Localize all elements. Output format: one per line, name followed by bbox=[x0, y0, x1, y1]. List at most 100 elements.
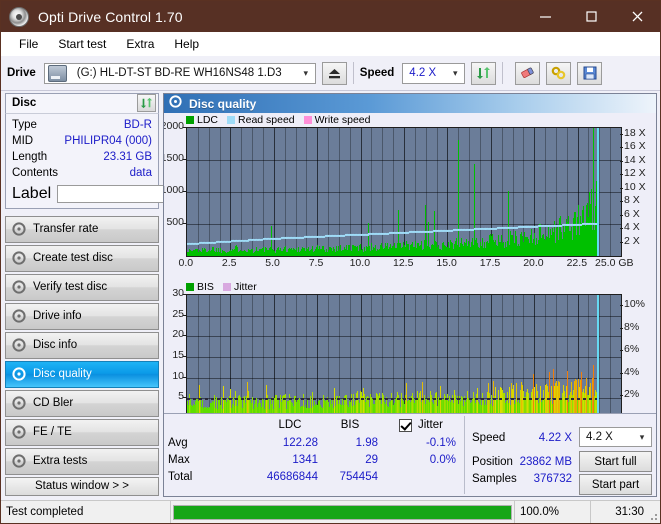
eject-button[interactable] bbox=[321, 61, 347, 85]
y-axis-tick-label: 15 bbox=[172, 349, 184, 361]
drive-select-value: (G:) HL-DT-ST BD-RE WH16NS48 1.D3 bbox=[76, 67, 282, 79]
stats-col-bis: BIS bbox=[340, 419, 360, 431]
window-title: Opti Drive Control 1.70 bbox=[38, 8, 183, 25]
stats-row-avg-label: Avg bbox=[168, 437, 188, 449]
sidebar-item-drive-info[interactable]: Drive info bbox=[5, 302, 159, 330]
legend-label: Read speed bbox=[238, 114, 295, 126]
legend-label: Jitter bbox=[233, 281, 257, 293]
stats-total-bis: 754454 bbox=[339, 471, 378, 483]
chevron-down-icon: ▾ bbox=[303, 67, 309, 78]
title-bar: Opti Drive Control 1.70 bbox=[1, 1, 660, 32]
toolbar: Drive (G:) HL-DT-ST BD-RE WH16NS48 1.D3 … bbox=[1, 56, 660, 91]
drive-label: Drive bbox=[7, 67, 36, 79]
disc-mid-value: PHILIPR04 (000) bbox=[64, 134, 152, 147]
y2-axis-tick bbox=[620, 188, 623, 189]
menu-item-help[interactable]: Help bbox=[164, 35, 209, 53]
sidebar-item-transfer-rate[interactable]: Transfer rate bbox=[5, 215, 159, 243]
menu-item-start-test[interactable]: Start test bbox=[48, 35, 116, 53]
disc-label-row: Label bbox=[12, 183, 262, 204]
tools-button[interactable] bbox=[546, 61, 572, 85]
sidebar-item-disc-quality[interactable]: Disc quality bbox=[5, 360, 159, 388]
sidebar-item-verify-test-disc[interactable]: Verify test disc bbox=[5, 273, 159, 301]
y-axis-tick bbox=[183, 397, 186, 398]
legend-label: Write speed bbox=[314, 114, 371, 126]
speed-select-bottom-value: 4.2 X bbox=[586, 431, 613, 443]
close-icon[interactable] bbox=[614, 1, 660, 32]
sidebar-item-extra-tests[interactable]: Extra tests bbox=[5, 447, 159, 475]
disc-icon bbox=[169, 94, 182, 113]
y2-axis-tick-label: 4% bbox=[624, 365, 640, 378]
disc-icon bbox=[12, 309, 26, 324]
y2-axis-tick bbox=[620, 395, 623, 396]
chart-bars bbox=[187, 295, 621, 419]
stats-row-max-label: Max bbox=[168, 454, 190, 466]
x-axis-tick-label: 20.0 bbox=[523, 257, 544, 269]
y-axis-tick bbox=[183, 315, 186, 316]
y2-axis-tick-label: 2 X bbox=[624, 234, 640, 247]
erase-button[interactable] bbox=[515, 61, 541, 85]
y2-axis-tick bbox=[620, 242, 623, 243]
stats-samples-value: 376732 bbox=[533, 473, 572, 485]
y-axis-tick bbox=[183, 356, 186, 357]
legend-swatch-icon bbox=[186, 116, 194, 124]
sidebar-item-disc-info[interactable]: Disc info bbox=[5, 331, 159, 359]
y-axis-tick bbox=[183, 159, 186, 160]
sidebar-item-fe-te[interactable]: FE / TE bbox=[5, 418, 159, 446]
save-button[interactable] bbox=[577, 61, 603, 85]
start-full-button[interactable]: Start full bbox=[579, 451, 652, 472]
refresh-button[interactable] bbox=[471, 61, 497, 85]
sidebar-item-label: FE / TE bbox=[33, 426, 72, 439]
disc-refresh-button[interactable] bbox=[137, 94, 156, 113]
sidebar-item-create-test-disc[interactable]: Create test disc bbox=[5, 244, 159, 272]
position-cursor bbox=[597, 295, 599, 419]
refresh-icon bbox=[477, 67, 491, 79]
disc-panel-title: Disc bbox=[12, 97, 37, 110]
toolbar-divider-2 bbox=[502, 62, 504, 84]
refresh-icon bbox=[140, 98, 153, 109]
app-window: Opti Drive Control 1.70 File Start test … bbox=[0, 0, 661, 524]
x-axis-tick-label: 5.0 bbox=[265, 257, 280, 269]
minimize-icon[interactable] bbox=[522, 1, 568, 32]
y2-axis-tick-label: 4 X bbox=[624, 221, 640, 234]
sidebar-item-label: CD Bler bbox=[33, 397, 74, 410]
x-axis-tick-label: 2.5 bbox=[221, 257, 237, 269]
progress-cell bbox=[171, 500, 515, 523]
stats-avg-ldc: 122.28 bbox=[282, 437, 318, 449]
content-header: Disc quality bbox=[164, 94, 656, 113]
stats-speed-label: Speed bbox=[472, 432, 506, 444]
status-window-button[interactable]: Status window > > bbox=[5, 476, 159, 496]
ldc-plot-area bbox=[186, 127, 622, 257]
y2-axis-tick bbox=[620, 147, 623, 148]
y-axis-tick-label: 30 bbox=[172, 287, 184, 299]
start-part-button[interactable]: Start part bbox=[579, 474, 652, 495]
save-icon bbox=[583, 66, 597, 80]
y2-axis-tick-label: 18 X bbox=[624, 126, 646, 139]
menu-item-extra[interactable]: Extra bbox=[116, 35, 164, 53]
y2-axis-tick-label: 10% bbox=[624, 298, 646, 311]
y-axis-tick bbox=[183, 294, 186, 295]
eraser-icon bbox=[521, 67, 534, 78]
toolbar-divider bbox=[352, 62, 354, 84]
legend-swatch-icon bbox=[227, 116, 236, 124]
disc-icon bbox=[12, 222, 26, 237]
speed-select[interactable]: 4.2 X ▾ bbox=[402, 62, 466, 84]
charts-area: LDC Read speed Write speed 2000 1500 1000 500… bbox=[164, 113, 656, 432]
maximize-icon[interactable] bbox=[568, 1, 614, 32]
sidebar-item-cd-bler[interactable]: CD Bler bbox=[5, 389, 159, 417]
stats-position-value: 23862 MB bbox=[519, 456, 572, 468]
resize-grip-icon[interactable] bbox=[647, 510, 657, 520]
legend-item: Jitter bbox=[222, 281, 257, 293]
y2-axis-tick bbox=[620, 215, 623, 216]
stats-avg-bis: 1.98 bbox=[355, 437, 378, 449]
speed-select-bottom[interactable]: 4.2 X ▾ bbox=[579, 427, 652, 447]
disc-info-row: Contents data bbox=[12, 165, 152, 181]
disc-icon bbox=[12, 367, 26, 382]
jitter-checkbox[interactable] bbox=[399, 419, 412, 432]
y-axis-tick bbox=[183, 377, 186, 378]
y2-axis-tick bbox=[620, 228, 623, 229]
stats-max-bis: 29 bbox=[365, 454, 378, 466]
menu-item-file[interactable]: File bbox=[9, 35, 48, 53]
y2-axis-tick-label: 6% bbox=[624, 343, 640, 356]
sidebar-item-label: Create test disc bbox=[33, 252, 113, 265]
drive-select[interactable]: (G:) HL-DT-ST BD-RE WH16NS48 1.D3 ▾ bbox=[43, 62, 316, 84]
